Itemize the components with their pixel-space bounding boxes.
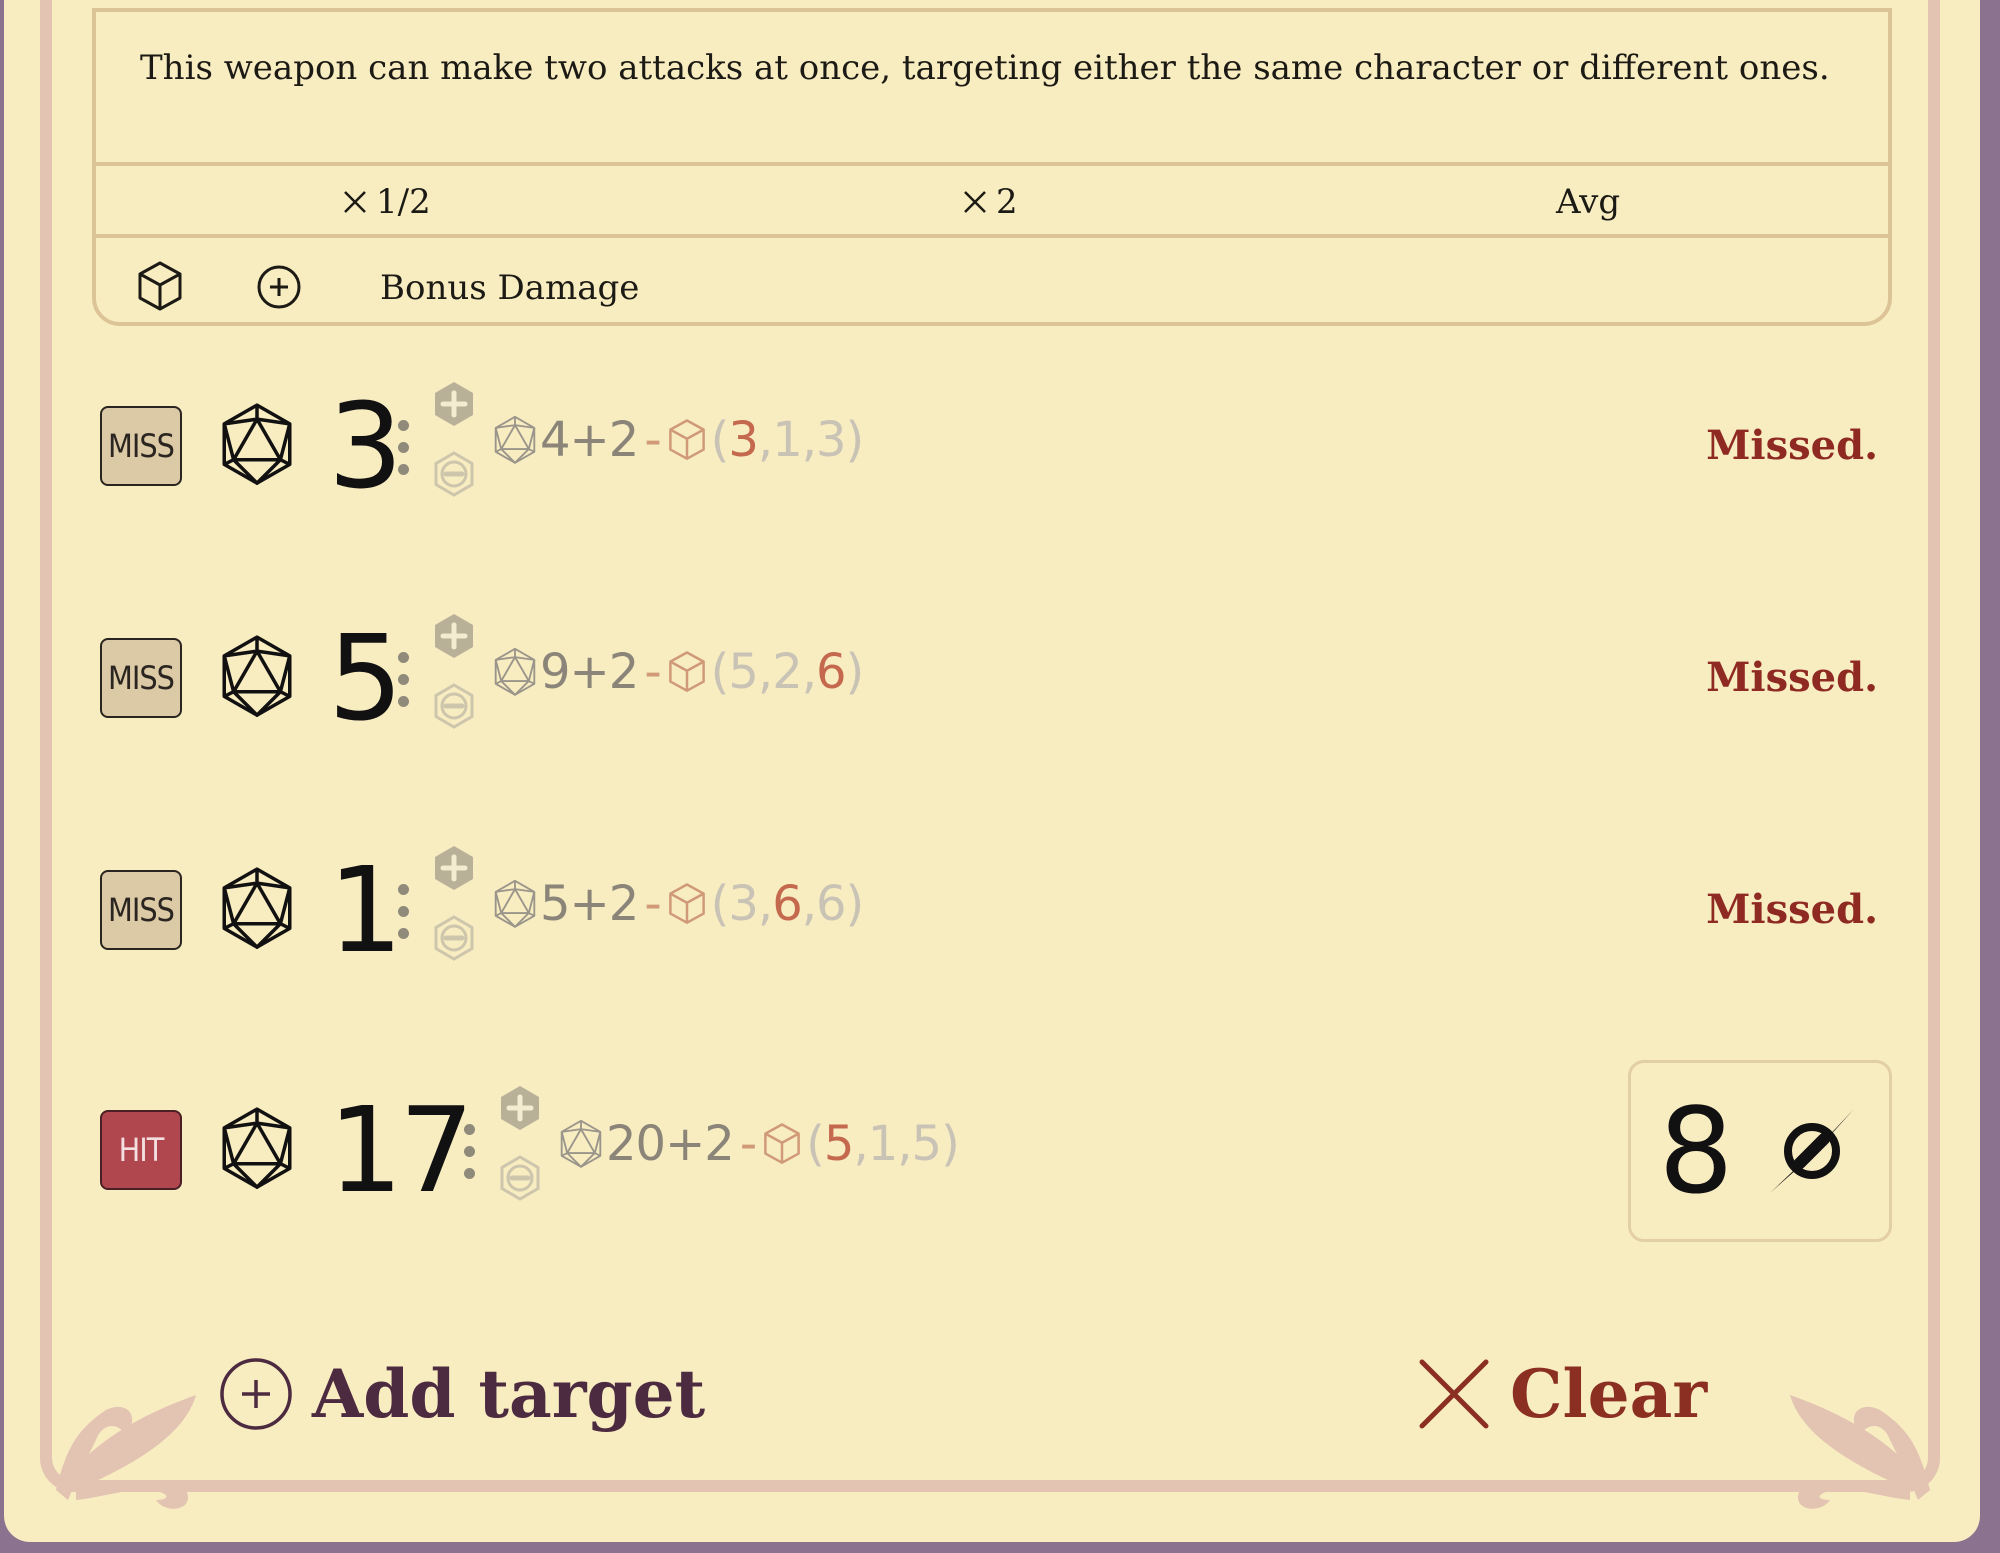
- d20-icon: [218, 402, 296, 490]
- roll-total: 1: [328, 841, 403, 979]
- header-average: Avg: [1556, 182, 1621, 222]
- miss-badge: MISS: [100, 638, 182, 718]
- decrease-button[interactable]: [432, 450, 476, 498]
- damage-die-value: 5: [728, 644, 759, 700]
- formula-separator: -: [644, 644, 661, 700]
- roll-formula: 20 +2 - ( 5,1,5 ): [558, 1116, 960, 1172]
- divider: [96, 162, 1888, 166]
- damage-die-value: 5: [823, 1116, 855, 1172]
- roll-formula: 4 +2 - ( 3,1,3 ): [492, 412, 864, 468]
- miss-badge: MISS: [100, 870, 182, 950]
- weapon-description: This weapon can make two attacks at once…: [140, 48, 1830, 88]
- damage-value: 8: [1658, 1082, 1734, 1220]
- decrease-button[interactable]: [432, 914, 476, 962]
- modifier: +2: [569, 412, 640, 468]
- formula-separator: -: [739, 1116, 757, 1172]
- damage-die-value: 1: [772, 412, 803, 468]
- more-options-icon[interactable]: [464, 1124, 475, 1190]
- fleur-de-lis-ornament-left: [56, 1395, 196, 1509]
- cube-die-icon: [762, 1122, 802, 1165]
- d20-value: 9: [540, 644, 571, 700]
- roll-row: MISS 3 4 +2 - (3 , 1 , 3) Missed.: [0, 377, 2000, 515]
- cube-die-icon: [667, 650, 707, 693]
- decrease-button[interactable]: [498, 1154, 542, 1202]
- roll-total: 3: [328, 377, 403, 515]
- more-options-icon[interactable]: [398, 884, 409, 950]
- plus-circle-icon: [220, 1358, 292, 1430]
- modifier: +2: [569, 876, 640, 932]
- times-icon: [344, 191, 366, 213]
- d20-value: 20: [606, 1116, 666, 1172]
- status-text: Missed.: [1706, 422, 1878, 469]
- piercing-icon: [1769, 1109, 1854, 1193]
- bonus-damage-label: Bonus Damage: [380, 268, 640, 308]
- add-target-button[interactable]: Add target: [218, 1355, 705, 1433]
- weapon-info-table: This weapon can make two attacks at once…: [92, 8, 1892, 326]
- d20-small-icon: [492, 647, 538, 697]
- damage-die-value: 6: [816, 644, 847, 700]
- damage-die-value: 3: [728, 876, 759, 932]
- increase-button[interactable]: [432, 612, 476, 660]
- roll-formula: 5 +2 - ( 3,6,6 ): [492, 876, 864, 932]
- fleur-de-lis-ornament-right: [1790, 1395, 1930, 1509]
- close-icon: [1419, 1359, 1489, 1429]
- d20-small-icon: [492, 415, 538, 465]
- status-text: Missed.: [1706, 654, 1878, 701]
- more-options-icon[interactable]: [398, 420, 409, 486]
- d20-value: 5: [540, 876, 571, 932]
- divider: [96, 234, 1888, 238]
- add-target-label: Add target: [312, 1355, 706, 1433]
- roll-formula: 9 +2 - ( 5,2,6 ): [492, 644, 864, 700]
- cube-die-icon: [667, 418, 707, 461]
- formula-separator: -: [644, 412, 661, 468]
- d20-small-icon: [558, 1119, 604, 1169]
- damage-result-box[interactable]: 8: [1628, 1060, 1892, 1242]
- damage-die-value: 3: [728, 412, 759, 468]
- d20-icon: [218, 1106, 296, 1194]
- roll-row: MISS 5 9 +2 - (5 , 2 , 6) Missed.: [0, 609, 2000, 747]
- d20-small-icon: [492, 879, 538, 929]
- increase-button[interactable]: [498, 1084, 542, 1132]
- clear-label: Clear: [1510, 1355, 1708, 1433]
- times-icon: [964, 191, 986, 213]
- header-half-damage: 1/2: [342, 182, 431, 222]
- d20-value: 4: [540, 412, 571, 468]
- cube-die-icon: [667, 882, 707, 925]
- hit-badge: HIT: [100, 1110, 182, 1190]
- cube-die-icon[interactable]: [136, 260, 184, 312]
- decrease-button[interactable]: [432, 682, 476, 730]
- roll-total: 17: [328, 1081, 474, 1219]
- damage-die-value: 2: [772, 644, 803, 700]
- d20-icon: [218, 634, 296, 722]
- miss-badge: MISS: [100, 406, 182, 486]
- damage-die-value: 6: [816, 876, 847, 932]
- plus-circle-icon[interactable]: [256, 264, 302, 310]
- more-options-icon[interactable]: [398, 652, 409, 718]
- increase-button[interactable]: [432, 844, 476, 892]
- header-double-damage: 2: [962, 182, 1018, 222]
- increase-button[interactable]: [432, 380, 476, 428]
- damage-die-value: 5: [911, 1116, 943, 1172]
- roll-row: MISS 1 5 +2 - (3 , 6 , 6) Missed.: [0, 841, 2000, 979]
- roll-total: 5: [328, 609, 403, 747]
- formula-separator: -: [644, 876, 661, 932]
- status-text: Missed.: [1706, 886, 1878, 933]
- clear-button[interactable]: Clear: [1416, 1355, 1707, 1433]
- damage-die-value: 3: [816, 412, 847, 468]
- modifier: +2: [569, 644, 640, 700]
- d20-icon: [218, 866, 296, 954]
- modifier: +2: [665, 1116, 735, 1172]
- damage-die-value: 6: [772, 876, 803, 932]
- damage-die-value: 1: [867, 1116, 899, 1172]
